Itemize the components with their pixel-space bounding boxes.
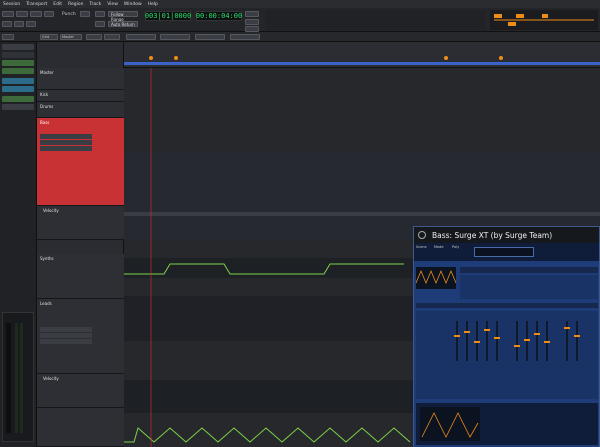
record-button[interactable]	[2, 11, 14, 17]
transport-bar: Punch Follow Range Auto Return 003|01|00…	[0, 8, 600, 32]
leads-slot-1[interactable]	[40, 327, 92, 332]
track-header-synths[interactable]: Synths	[37, 254, 124, 299]
midi-button[interactable]	[2, 21, 12, 27]
menu-window[interactable]: Window	[124, 2, 142, 7]
sidebar-item-3[interactable]	[2, 68, 34, 74]
track-name: Drums	[40, 104, 54, 109]
mini-timeline[interactable]	[490, 10, 598, 30]
play-button[interactable]	[30, 11, 42, 17]
oscillator-display[interactable]	[415, 267, 457, 289]
waveform-icon	[415, 269, 457, 285]
master-meter-r	[20, 323, 23, 433]
menu-help[interactable]: Help	[148, 2, 158, 7]
menu-session[interactable]: Session	[3, 2, 20, 7]
master-strip[interactable]	[2, 312, 34, 442]
sidebar-item-4[interactable]	[2, 78, 34, 84]
snap-select[interactable]: Master	[60, 34, 82, 40]
plugin-body[interactable]: Scene Mode Poly	[414, 243, 599, 447]
lane-label: Velocity	[43, 376, 59, 381]
fader-bank	[454, 321, 580, 361]
punch-in-button[interactable]	[80, 11, 90, 17]
track-header-bass[interactable]: Bass	[37, 118, 124, 206]
stop-button[interactable]	[16, 11, 28, 17]
editor-list-sidebar	[0, 42, 37, 447]
bass-slot-1[interactable]	[40, 134, 92, 139]
menu-edit[interactable]: Edit	[53, 2, 62, 7]
automation-lane-velocity-1[interactable]: Velocity	[37, 206, 124, 240]
sidebar-item-6[interactable]	[2, 96, 34, 102]
leads-slot-2[interactable]	[40, 333, 92, 338]
plugin-settings-icon[interactable]	[418, 231, 426, 239]
master-meter	[15, 323, 18, 433]
surge-xt-plugin-window[interactable]: Bass: Surge XT (by Surge Team) Scene Mod…	[413, 226, 600, 447]
transport-option-1[interactable]	[245, 11, 259, 17]
leads-slot-3[interactable]	[40, 339, 92, 344]
transport-option-2[interactable]	[245, 19, 259, 25]
level-meter-icon	[265, 10, 485, 30]
track-name: Leads	[40, 301, 52, 306]
track-name: Master	[40, 70, 54, 75]
scene-label: Scene	[416, 245, 427, 249]
nudge-select[interactable]	[160, 34, 190, 40]
sidebar-item-5[interactable]	[2, 86, 34, 92]
plugin-header-strip: Scene Mode Poly	[414, 243, 599, 261]
automation-lane-velocity-2[interactable]: Velocity	[37, 374, 124, 408]
section-tabs[interactable]	[460, 267, 598, 273]
bass-slot-2[interactable]	[40, 140, 92, 145]
patch-browser[interactable]	[474, 247, 534, 257]
bass-slot-3[interactable]	[40, 146, 92, 151]
edit-tool-1[interactable]	[86, 34, 102, 40]
sidebar-item-1[interactable]	[2, 52, 34, 58]
editor-toolbar: Grid Master	[0, 32, 600, 42]
rewind-button[interactable]	[14, 21, 24, 27]
menu-view[interactable]: View	[107, 2, 118, 7]
ruler-graphics	[124, 56, 600, 65]
lfo-graph	[420, 407, 480, 441]
lfo-section[interactable]	[416, 403, 598, 445]
punch-label: Punch	[62, 12, 76, 17]
lane-label: Velocity	[43, 208, 59, 213]
filter-section[interactable]	[460, 275, 598, 299]
track-header-kick[interactable]: Kick	[37, 90, 124, 102]
sidebar-item-2[interactable]	[2, 60, 34, 66]
punch-out-button[interactable]	[95, 11, 105, 17]
menu-bar: Session Transport Edit Region Track View…	[0, 0, 600, 8]
time-clock[interactable]: 00:00:04:00	[196, 11, 242, 21]
track-name: Kick	[40, 92, 49, 97]
ffwd-button[interactable]	[26, 21, 36, 27]
bbt-clock[interactable]: 003|01|0000	[145, 11, 191, 21]
poly-label: Poly	[452, 245, 460, 249]
edit-tool-2[interactable]	[104, 34, 120, 40]
grid-type-select[interactable]: Grid	[40, 34, 58, 40]
loop-button[interactable]	[44, 11, 54, 17]
grid-mode-button[interactable]	[2, 34, 14, 40]
menu-region[interactable]: Region	[68, 2, 83, 7]
mode-toggle-button[interactable]	[95, 21, 105, 27]
zoom-select[interactable]	[126, 34, 156, 40]
mode-label: Mode	[434, 245, 444, 249]
sidebar-item-7[interactable]	[2, 104, 34, 110]
menu-track[interactable]: Track	[89, 2, 101, 7]
edit-point-select[interactable]	[230, 34, 260, 40]
mode-select[interactable]	[195, 34, 225, 40]
track-header-leads[interactable]: Leads	[37, 299, 124, 374]
master-fader[interactable]	[6, 323, 11, 433]
timeline-ruler[interactable]	[124, 42, 600, 68]
track-header-drums[interactable]: Drums	[37, 102, 124, 118]
menu-transport[interactable]: Transport	[26, 2, 47, 7]
auto-return-button[interactable]: Auto Return	[108, 21, 138, 27]
modulation-tabs[interactable]	[416, 303, 598, 308]
mixer-section[interactable]	[416, 311, 598, 399]
track-headers: Master Kick Drums Bass Velocity Synths L…	[37, 42, 124, 447]
sidebar-item-0[interactable]	[2, 44, 34, 50]
follow-range-button[interactable]: Follow Range	[108, 11, 138, 22]
track-name: Synths	[40, 256, 54, 261]
automation-lane-2[interactable]	[37, 408, 124, 447]
plugin-title: Bass: Surge XT (by Surge Team)	[414, 227, 599, 243]
track-header-master[interactable]: Master	[37, 68, 124, 90]
track-name: Bass	[40, 120, 50, 125]
